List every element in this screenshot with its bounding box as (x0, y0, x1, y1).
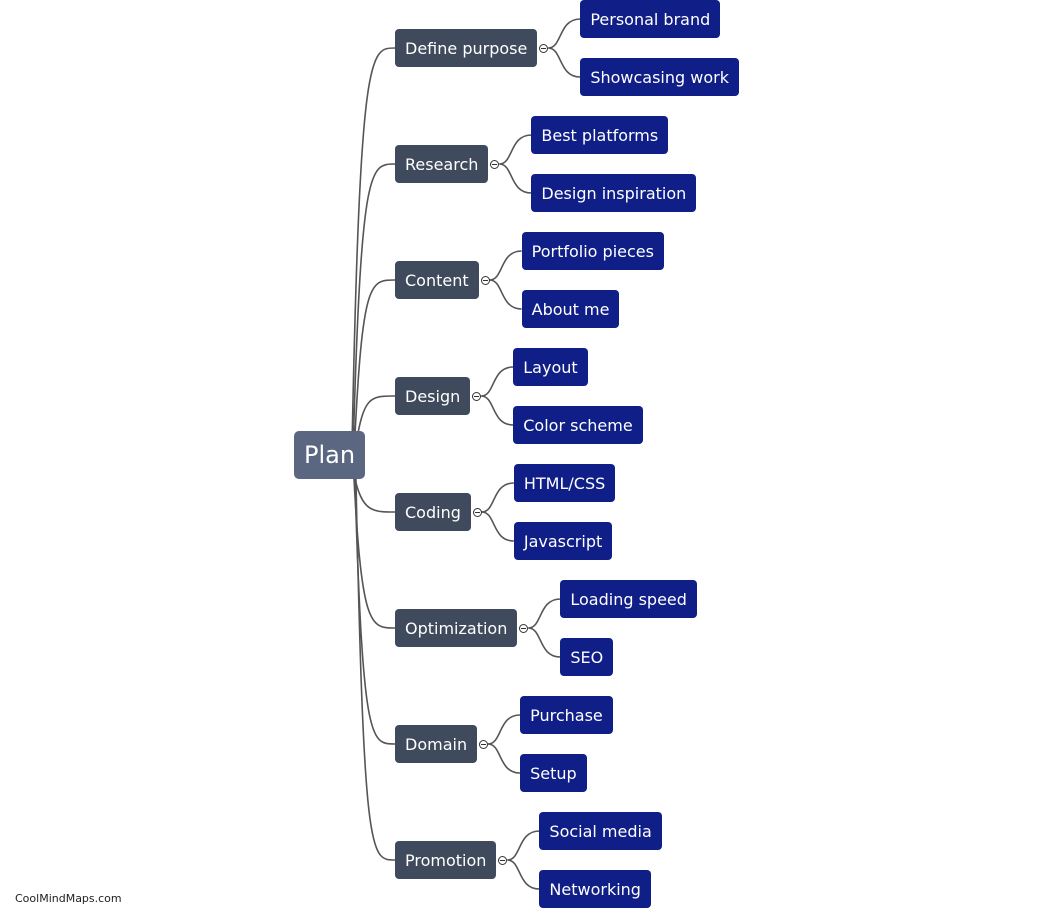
root-node[interactable]: Plan (294, 431, 366, 479)
branch-leaf-link (507, 830, 540, 861)
leaf-node-label: Javascript (523, 531, 603, 551)
branch-node-4-label: Coding (405, 502, 461, 522)
branch-leaf-link (499, 163, 532, 194)
branch-node-6-label: Domain (405, 734, 468, 754)
leaf-node[interactable]: Javascript (513, 522, 613, 560)
leaf-node-label: About me (531, 299, 610, 319)
branch-node-7[interactable]: Promotion (395, 841, 497, 879)
branch-node-3-label: Design (405, 386, 461, 406)
branch-leaf-link (499, 134, 532, 165)
leaf-node-label: Color scheme (523, 415, 633, 435)
branch-leaf-link (481, 395, 514, 426)
leaf-node[interactable]: Social media (539, 812, 662, 850)
branch-leaf-link (528, 627, 561, 658)
branch-node-1[interactable]: Research (395, 145, 489, 183)
leaf-node-label: HTML/CSS (523, 473, 606, 493)
leaf-node-label: Personal brand (590, 9, 711, 29)
branch-leaf-link (481, 366, 514, 397)
branch-node-3[interactable]: Design (395, 377, 471, 415)
leaf-node-label: SEO (570, 647, 604, 667)
leaf-node-label: Portfolio pieces (531, 241, 654, 261)
leaf-node-label: Loading speed (570, 589, 687, 609)
leaf-node-label: Purchase (530, 705, 603, 725)
branch-node-7-label: Promotion (405, 850, 487, 870)
leaf-node[interactable]: SEO (560, 638, 614, 676)
branch-leaf-link (548, 18, 581, 49)
leaf-node[interactable]: Design inspiration (531, 174, 697, 212)
leaf-node-label: Best platforms (541, 125, 659, 145)
root-node-label: Plan (304, 441, 356, 469)
branch-leaf-link (481, 482, 514, 513)
branch-leaf-link (481, 511, 514, 542)
branch-node-0-label: Define purpose (405, 38, 528, 58)
branch-node-5[interactable]: Optimization (395, 609, 518, 647)
branch-node-2[interactable]: Content (395, 261, 479, 299)
leaf-node-label: Showcasing work (590, 67, 729, 87)
branch-leaf-link (528, 598, 561, 629)
leaf-node-label: Layout (523, 357, 578, 377)
root-branch-link (354, 462, 396, 861)
leaf-node[interactable]: HTML/CSS (513, 464, 616, 502)
branch-leaf-link (507, 859, 540, 890)
branch-leaf-link (489, 250, 522, 281)
branch-node-6[interactable]: Domain (395, 725, 478, 763)
branch-node-0[interactable]: Define purpose (395, 29, 538, 67)
leaf-node-label: Social media (549, 821, 652, 841)
leaf-node[interactable]: Color scheme (513, 406, 643, 444)
leaf-node-label: Setup (530, 763, 577, 783)
leaf-node[interactable]: Portfolio pieces (521, 232, 664, 270)
leaf-node-label: Design inspiration (541, 183, 687, 203)
branch-node-5-label: Optimization (405, 618, 508, 638)
watermark: CoolMindMaps.com (15, 892, 122, 905)
branch-leaf-link (487, 743, 521, 774)
branch-node-1-label: Research (405, 154, 479, 174)
root-branch-link (353, 462, 396, 745)
leaf-node-label: Networking (549, 879, 641, 899)
leaf-node[interactable]: Setup (520, 754, 587, 792)
branch-leaf-link (487, 714, 521, 745)
collapse-toggle-icon[interactable] (472, 508, 482, 517)
collapse-toggle-icon[interactable] (480, 276, 490, 285)
branch-leaf-link (489, 279, 522, 310)
leaf-node[interactable]: Loading speed (560, 580, 697, 618)
leaf-node[interactable]: Networking (539, 870, 651, 908)
leaf-node[interactable]: Layout (513, 348, 588, 386)
leaf-node[interactable]: Showcasing work (580, 58, 739, 96)
leaf-node[interactable]: Personal brand (580, 0, 721, 38)
leaf-node[interactable]: Best platforms (531, 116, 669, 154)
branch-node-2-label: Content (405, 270, 469, 290)
leaf-node[interactable]: About me (521, 290, 620, 328)
leaf-node[interactable]: Purchase (520, 696, 613, 734)
branch-leaf-link (548, 47, 581, 78)
branch-node-4[interactable]: Coding (395, 493, 471, 531)
